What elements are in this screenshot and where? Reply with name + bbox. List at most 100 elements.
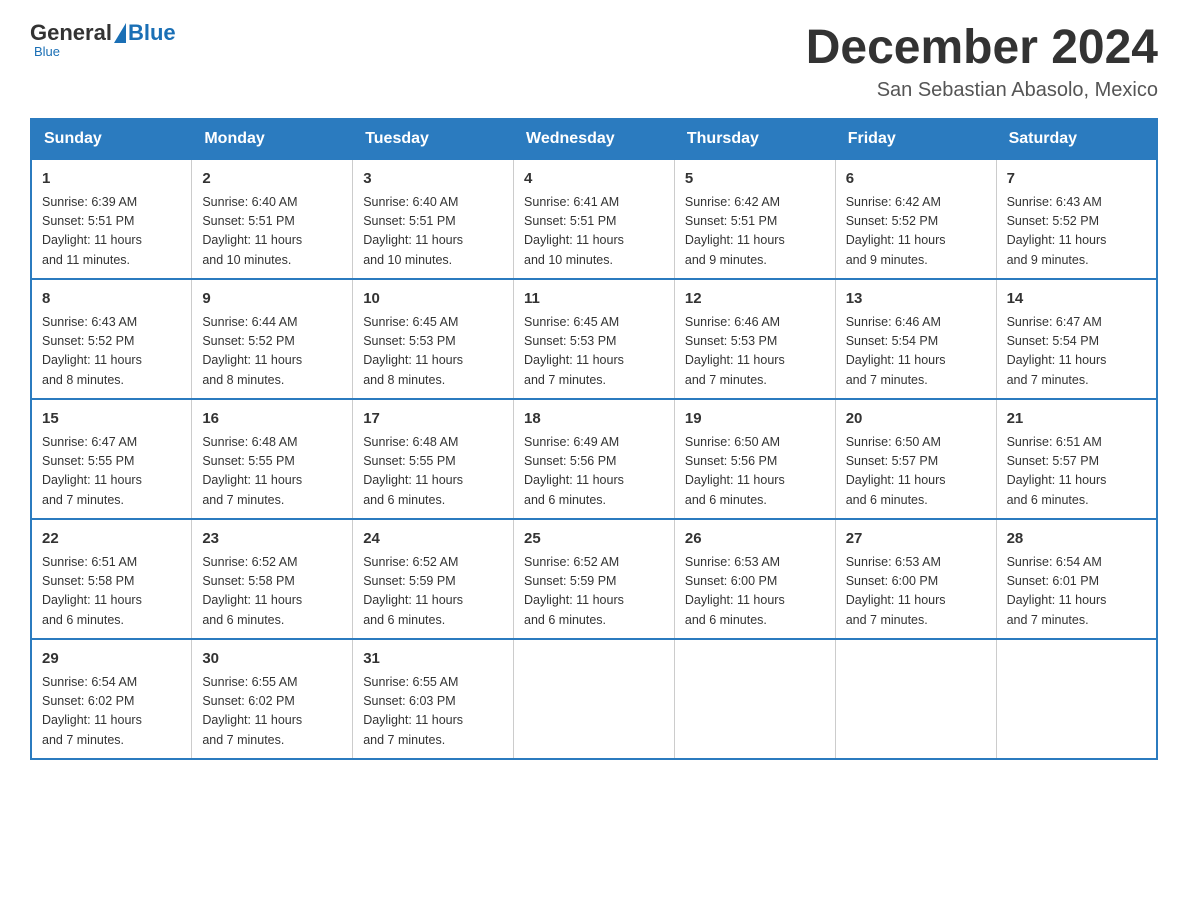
calendar-cell (996, 639, 1157, 759)
day-info: Sunrise: 6:46 AMSunset: 5:54 PMDaylight:… (846, 313, 986, 391)
day-info: Sunrise: 6:45 AMSunset: 5:53 PMDaylight:… (524, 313, 664, 391)
day-number: 30 (202, 648, 342, 671)
day-info: Sunrise: 6:51 AMSunset: 5:57 PMDaylight:… (1007, 433, 1146, 511)
day-number: 4 (524, 168, 664, 191)
day-info: Sunrise: 6:48 AMSunset: 5:55 PMDaylight:… (363, 433, 503, 511)
calendar-cell: 13Sunrise: 6:46 AMSunset: 5:54 PMDayligh… (835, 279, 996, 399)
calendar-cell: 28Sunrise: 6:54 AMSunset: 6:01 PMDayligh… (996, 519, 1157, 639)
logo-blue: Blue (128, 20, 176, 46)
day-info: Sunrise: 6:43 AMSunset: 5:52 PMDaylight:… (1007, 193, 1146, 271)
calendar-cell: 10Sunrise: 6:45 AMSunset: 5:53 PMDayligh… (353, 279, 514, 399)
day-number: 12 (685, 288, 825, 311)
day-number: 8 (42, 288, 181, 311)
calendar-cell (835, 639, 996, 759)
weekday-header-sunday: Sunday (31, 119, 192, 159)
calendar-cell: 15Sunrise: 6:47 AMSunset: 5:55 PMDayligh… (31, 399, 192, 519)
day-info: Sunrise: 6:53 AMSunset: 6:00 PMDaylight:… (685, 553, 825, 631)
calendar-cell: 21Sunrise: 6:51 AMSunset: 5:57 PMDayligh… (996, 399, 1157, 519)
day-info: Sunrise: 6:40 AMSunset: 5:51 PMDaylight:… (202, 193, 342, 271)
day-info: Sunrise: 6:47 AMSunset: 5:55 PMDaylight:… (42, 433, 181, 511)
weekday-header-row: SundayMondayTuesdayWednesdayThursdayFrid… (31, 119, 1157, 159)
day-info: Sunrise: 6:49 AMSunset: 5:56 PMDaylight:… (524, 433, 664, 511)
calendar-cell: 22Sunrise: 6:51 AMSunset: 5:58 PMDayligh… (31, 519, 192, 639)
week-row-5: 29Sunrise: 6:54 AMSunset: 6:02 PMDayligh… (31, 639, 1157, 759)
calendar-cell: 20Sunrise: 6:50 AMSunset: 5:57 PMDayligh… (835, 399, 996, 519)
day-info: Sunrise: 6:50 AMSunset: 5:57 PMDaylight:… (846, 433, 986, 511)
location-title: San Sebastian Abasolo, Mexico (806, 79, 1158, 102)
week-row-4: 22Sunrise: 6:51 AMSunset: 5:58 PMDayligh… (31, 519, 1157, 639)
calendar-cell: 31Sunrise: 6:55 AMSunset: 6:03 PMDayligh… (353, 639, 514, 759)
month-title: December 2024 (806, 20, 1158, 75)
week-row-1: 1Sunrise: 6:39 AMSunset: 5:51 PMDaylight… (31, 159, 1157, 279)
logo-triangle-icon (114, 23, 126, 43)
day-info: Sunrise: 6:52 AMSunset: 5:58 PMDaylight:… (202, 553, 342, 631)
calendar-cell: 9Sunrise: 6:44 AMSunset: 5:52 PMDaylight… (192, 279, 353, 399)
day-number: 1 (42, 168, 181, 191)
day-info: Sunrise: 6:52 AMSunset: 5:59 PMDaylight:… (363, 553, 503, 631)
day-info: Sunrise: 6:54 AMSunset: 6:02 PMDaylight:… (42, 673, 181, 751)
day-number: 13 (846, 288, 986, 311)
calendar-cell: 23Sunrise: 6:52 AMSunset: 5:58 PMDayligh… (192, 519, 353, 639)
calendar-cell: 7Sunrise: 6:43 AMSunset: 5:52 PMDaylight… (996, 159, 1157, 279)
day-number: 21 (1007, 408, 1146, 431)
day-info: Sunrise: 6:50 AMSunset: 5:56 PMDaylight:… (685, 433, 825, 511)
calendar-cell: 26Sunrise: 6:53 AMSunset: 6:00 PMDayligh… (674, 519, 835, 639)
day-number: 17 (363, 408, 503, 431)
week-row-3: 15Sunrise: 6:47 AMSunset: 5:55 PMDayligh… (31, 399, 1157, 519)
calendar-cell: 16Sunrise: 6:48 AMSunset: 5:55 PMDayligh… (192, 399, 353, 519)
day-number: 22 (42, 528, 181, 551)
title-area: December 2024 San Sebastian Abasolo, Mex… (806, 20, 1158, 102)
day-number: 11 (524, 288, 664, 311)
day-number: 9 (202, 288, 342, 311)
day-number: 25 (524, 528, 664, 551)
day-number: 18 (524, 408, 664, 431)
day-info: Sunrise: 6:42 AMSunset: 5:51 PMDaylight:… (685, 193, 825, 271)
day-number: 7 (1007, 168, 1146, 191)
day-number: 26 (685, 528, 825, 551)
calendar-cell: 27Sunrise: 6:53 AMSunset: 6:00 PMDayligh… (835, 519, 996, 639)
day-info: Sunrise: 6:45 AMSunset: 5:53 PMDaylight:… (363, 313, 503, 391)
calendar-cell: 19Sunrise: 6:50 AMSunset: 5:56 PMDayligh… (674, 399, 835, 519)
day-number: 23 (202, 528, 342, 551)
calendar-cell: 6Sunrise: 6:42 AMSunset: 5:52 PMDaylight… (835, 159, 996, 279)
calendar-cell: 5Sunrise: 6:42 AMSunset: 5:51 PMDaylight… (674, 159, 835, 279)
weekday-header-saturday: Saturday (996, 119, 1157, 159)
day-info: Sunrise: 6:55 AMSunset: 6:03 PMDaylight:… (363, 673, 503, 751)
calendar-cell: 17Sunrise: 6:48 AMSunset: 5:55 PMDayligh… (353, 399, 514, 519)
day-info: Sunrise: 6:53 AMSunset: 6:00 PMDaylight:… (846, 553, 986, 631)
day-number: 3 (363, 168, 503, 191)
calendar-cell: 25Sunrise: 6:52 AMSunset: 5:59 PMDayligh… (514, 519, 675, 639)
day-info: Sunrise: 6:42 AMSunset: 5:52 PMDaylight:… (846, 193, 986, 271)
weekday-header-wednesday: Wednesday (514, 119, 675, 159)
day-info: Sunrise: 6:41 AMSunset: 5:51 PMDaylight:… (524, 193, 664, 271)
calendar-cell: 3Sunrise: 6:40 AMSunset: 5:51 PMDaylight… (353, 159, 514, 279)
calendar-cell: 30Sunrise: 6:55 AMSunset: 6:02 PMDayligh… (192, 639, 353, 759)
day-number: 20 (846, 408, 986, 431)
day-number: 24 (363, 528, 503, 551)
calendar-cell: 14Sunrise: 6:47 AMSunset: 5:54 PMDayligh… (996, 279, 1157, 399)
calendar-table: SundayMondayTuesdayWednesdayThursdayFrid… (30, 118, 1158, 760)
day-info: Sunrise: 6:39 AMSunset: 5:51 PMDaylight:… (42, 193, 181, 271)
day-number: 16 (202, 408, 342, 431)
calendar-cell: 8Sunrise: 6:43 AMSunset: 5:52 PMDaylight… (31, 279, 192, 399)
weekday-header-friday: Friday (835, 119, 996, 159)
day-info: Sunrise: 6:43 AMSunset: 5:52 PMDaylight:… (42, 313, 181, 391)
day-number: 28 (1007, 528, 1146, 551)
calendar-cell: 4Sunrise: 6:41 AMSunset: 5:51 PMDaylight… (514, 159, 675, 279)
logo-underline: Blue (34, 44, 60, 59)
calendar-cell: 18Sunrise: 6:49 AMSunset: 5:56 PMDayligh… (514, 399, 675, 519)
logo-text: General Blue (30, 20, 176, 46)
day-info: Sunrise: 6:55 AMSunset: 6:02 PMDaylight:… (202, 673, 342, 751)
day-info: Sunrise: 6:40 AMSunset: 5:51 PMDaylight:… (363, 193, 503, 271)
day-info: Sunrise: 6:48 AMSunset: 5:55 PMDaylight:… (202, 433, 342, 511)
calendar-cell: 11Sunrise: 6:45 AMSunset: 5:53 PMDayligh… (514, 279, 675, 399)
day-number: 5 (685, 168, 825, 191)
logo-general: General (30, 20, 112, 46)
calendar-cell: 24Sunrise: 6:52 AMSunset: 5:59 PMDayligh… (353, 519, 514, 639)
day-number: 19 (685, 408, 825, 431)
day-info: Sunrise: 6:44 AMSunset: 5:52 PMDaylight:… (202, 313, 342, 391)
calendar-cell (514, 639, 675, 759)
day-info: Sunrise: 6:52 AMSunset: 5:59 PMDaylight:… (524, 553, 664, 631)
weekday-header-thursday: Thursday (674, 119, 835, 159)
weekday-header-tuesday: Tuesday (353, 119, 514, 159)
